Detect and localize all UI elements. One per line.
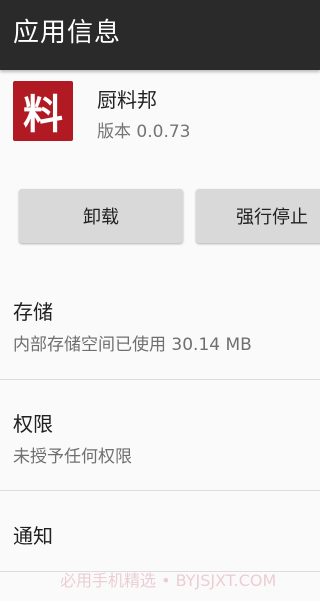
- storage-row[interactable]: 存储 内部存储空间已使用 30.14 MB: [0, 285, 320, 379]
- notifications-label: 通知: [13, 524, 53, 548]
- permissions-row[interactable]: 权限 未授予任何权限: [0, 380, 320, 490]
- storage-label: 存储: [13, 300, 53, 324]
- permissions-label: 权限: [13, 412, 53, 436]
- storage-summary: 内部存储空间已使用 30.14 MB: [13, 335, 252, 355]
- force-stop-button[interactable]: 强行停止: [196, 189, 320, 243]
- app-name: 厨料邦: [97, 88, 157, 112]
- app-version: 版本 0.0.73: [97, 122, 191, 142]
- permissions-summary: 未授予任何权限: [13, 447, 132, 467]
- notifications-row[interactable]: 通知: [0, 491, 320, 571]
- watermark: 必用手机精选 • BYJSJXT.COM: [60, 571, 277, 590]
- app-bar: 应用信息: [0, 0, 320, 70]
- uninstall-button[interactable]: 卸载: [19, 189, 183, 243]
- page-title: 应用信息: [13, 18, 122, 48]
- app-icon: 料: [13, 81, 73, 141]
- app-header: 料 厨料邦 版本 0.0.73: [0, 70, 320, 170]
